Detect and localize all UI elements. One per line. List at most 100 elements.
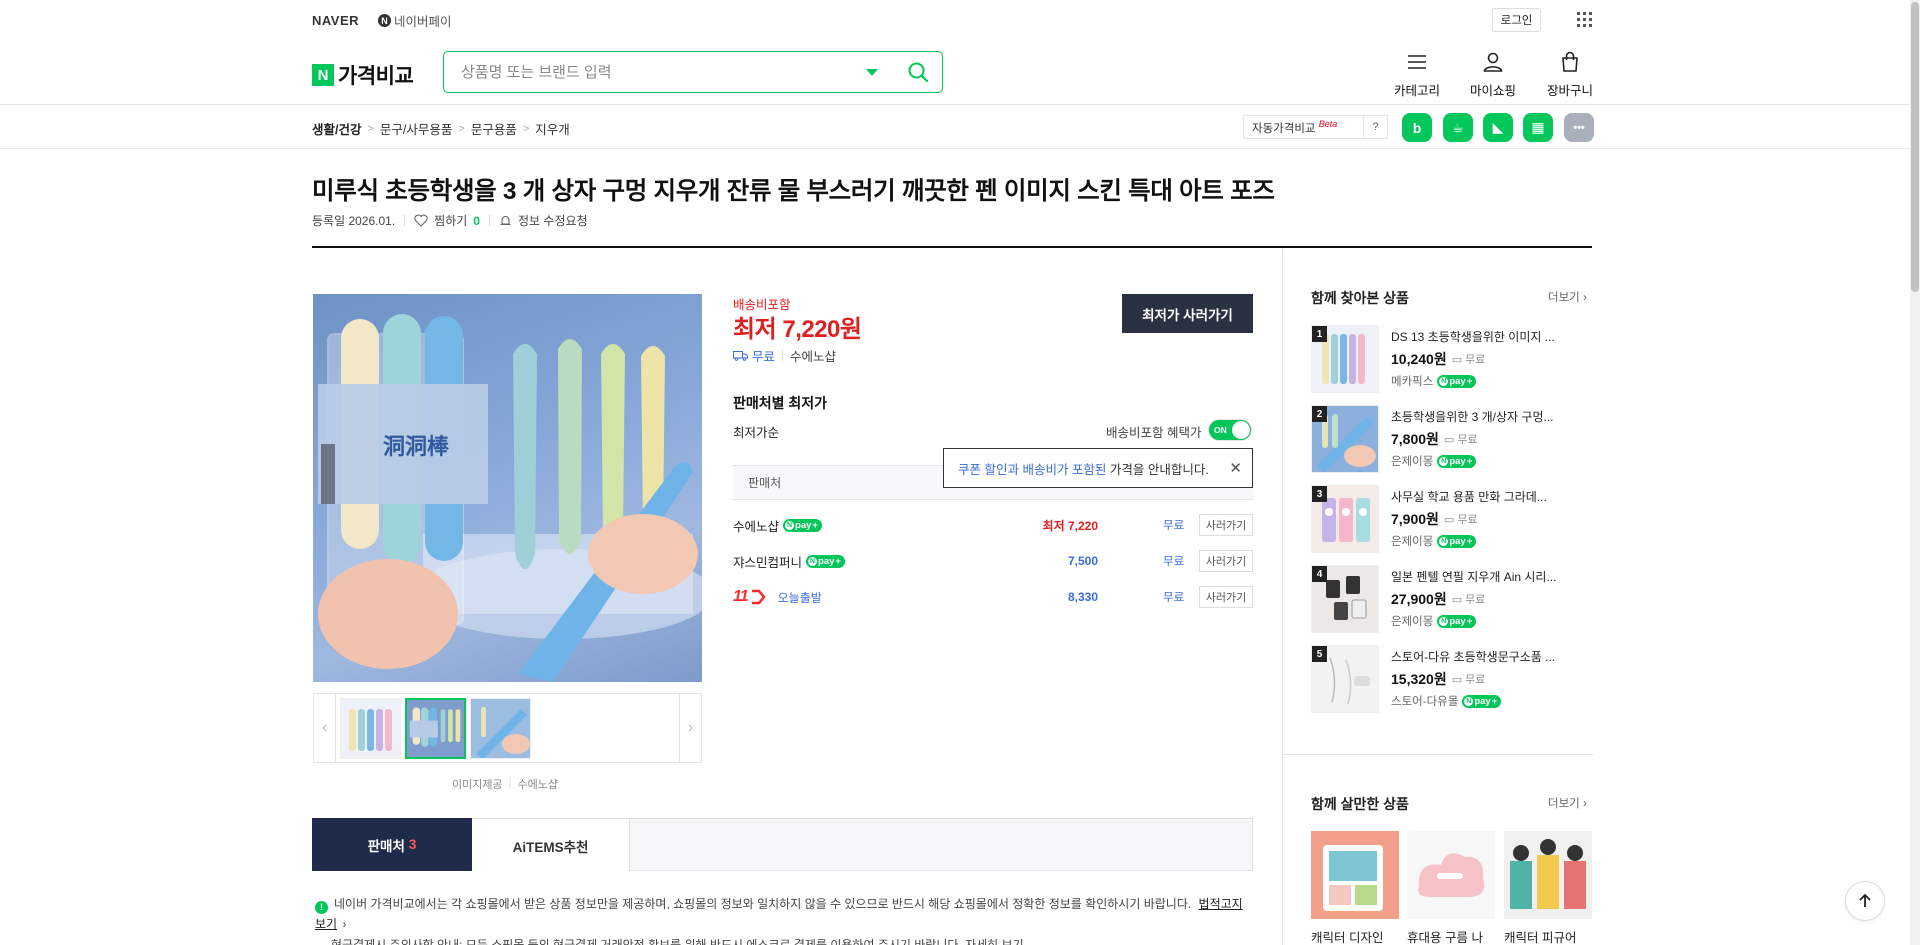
image-credit-seller[interactable]: 수에노샵: [517, 776, 557, 792]
viewed-product-name[interactable]: DS 13 초등학생을위한 이미지 ...: [1391, 328, 1571, 345]
buy-together-image[interactable]: [1311, 831, 1399, 919]
thumbnail-image-selected[interactable]: [405, 697, 466, 759]
offer-price[interactable]: 최저 7,220: [983, 517, 1098, 534]
search-input[interactable]: [461, 63, 866, 81]
viewed-product-item[interactable]: 3 사무실 학교 용품 만화 그라데... 7,900원 ▭ 무료 은제이몽 Npa…: [1311, 485, 1592, 555]
offer-buy-button[interactable]: 사러가기: [1199, 514, 1253, 536]
npay-plus-badge: Npay +: [1437, 374, 1477, 388]
buy-together-more[interactable]: 더보기 ›: [1548, 795, 1587, 811]
naver-logo[interactable]: NAVER: [312, 13, 359, 28]
breadcrumb-item[interactable]: 문구용품: [471, 119, 517, 138]
header-divider: [0, 104, 1910, 105]
offer-price[interactable]: 8,330: [983, 590, 1098, 604]
notice-text: 네이버 가격비교에서는 각 쇼핑몰에서 받은 상품 정보만을 제공하며, 쇼핑몰…: [334, 897, 1192, 911]
viewed-product-name[interactable]: 사무실 학교 용품 만화 그라데...: [1391, 488, 1571, 505]
breadcrumb-item[interactable]: 지우개: [535, 119, 570, 138]
buy-together-image[interactable]: [1504, 831, 1592, 919]
sidebar-divider: [1282, 249, 1283, 945]
chevron-left-icon[interactable]: ‹: [314, 694, 336, 762]
rank-badge: 4: [1312, 566, 1327, 582]
product-main-image[interactable]: 洞洞棒: [313, 294, 702, 682]
close-icon[interactable]: ✕: [1229, 459, 1242, 477]
wish-button[interactable]: 찜하기: [434, 212, 467, 229]
scroll-to-top-button[interactable]: [1845, 881, 1885, 921]
viewed-product-shipping: ▭ 무료: [1443, 514, 1478, 526]
npay-plus-badge: Npay +: [806, 554, 845, 568]
truck-icon: [733, 351, 748, 361]
cart-label: 장바구니: [1547, 84, 1594, 98]
auto-compare-label: 자동가격비교 Beta: [1252, 118, 1338, 135]
lowest-seller[interactable]: 수에노샵: [790, 346, 836, 365]
viewed-product-image[interactable]: 2: [1311, 405, 1379, 473]
help-button[interactable]: ?: [1363, 116, 1387, 138]
offer-price[interactable]: 7,500: [983, 554, 1098, 568]
offer-seller[interactable]: 수에노샵 Npay +: [733, 516, 822, 535]
scrollbar-thumb[interactable]: [1911, 2, 1919, 292]
blog-service-icon[interactable]: b: [1402, 113, 1432, 142]
auto-compare-box[interactable]: 자동가격비교 Beta ?: [1243, 115, 1388, 139]
viewed-product-mall: 은제이몽: [1391, 536, 1434, 548]
menu-icon: [1408, 55, 1426, 69]
viewed-together-more[interactable]: 더보기 ›: [1548, 289, 1587, 305]
viewed-product-item[interactable]: 5 스토어-다유 초등학생문구소품 ... 15,320원 ▭ 무료 스토어-다유…: [1311, 645, 1592, 715]
thumbnail-image[interactable]: [470, 697, 531, 759]
breadcrumb-item[interactable]: 생활/건강: [312, 119, 361, 138]
registered-date: 등록일 2026.01.: [312, 214, 396, 228]
calendar-service-icon[interactable]: ▦: [1523, 113, 1553, 142]
buy-together-image[interactable]: [1407, 831, 1495, 919]
cart-button[interactable]: 장바구니: [1547, 50, 1593, 99]
thumbnail-image[interactable]: [340, 697, 401, 759]
viewed-product-item[interactable]: 1 DS 13 초등학생을위한 이미지 ... 10,240원 ▭ 무료 메카픽스…: [1311, 325, 1592, 395]
wish-count: 0: [473, 213, 480, 228]
viewed-together-title: 함께 찾아본 상품: [1311, 290, 1409, 306]
edit-request-link[interactable]: 정보 수정요청: [518, 212, 588, 229]
viewed-product-image[interactable]: 3: [1311, 485, 1379, 553]
viewed-product-image[interactable]: 4: [1311, 565, 1379, 633]
tab-sellers[interactable]: 판매처 3: [312, 818, 472, 871]
buy-together-name[interactable]: 캐릭터 피규어: [1504, 927, 1592, 945]
search-button[interactable]: [900, 54, 936, 90]
sort-option[interactable]: 최저가순: [733, 422, 779, 441]
offer-buy-button[interactable]: 사러가기: [1199, 550, 1253, 572]
content-tabs: 판매처 3 AiTEMS추천: [312, 818, 1253, 872]
offer-seller[interactable]: 11 오늘출발: [733, 588, 822, 606]
chevron-right-icon[interactable]: ›: [679, 694, 701, 762]
buy-together-name[interactable]: 캐릭터 디자인: [1311, 927, 1399, 945]
viewed-product-name[interactable]: 초등학생을위한 3 개/상자 구멍...: [1391, 408, 1571, 425]
person-icon: [1483, 52, 1503, 72]
heart-icon[interactable]: [414, 214, 428, 227]
shipping-info: 무료 수에노샵: [733, 346, 836, 365]
category-button[interactable]: 카테고리: [1394, 50, 1440, 99]
offer-buy-button[interactable]: 사러가기: [1199, 586, 1253, 608]
price-compare-logo[interactable]: N 가격비교: [312, 60, 414, 90]
login-button[interactable]: 로그인: [1492, 8, 1541, 32]
sidebar-section-divider: [1283, 754, 1593, 755]
viewed-product-item[interactable]: 2 초등학생을위한 3 개/상자 구멍... 7,800원 ▭ 무료 은제이몽 Np…: [1311, 405, 1592, 475]
npay-plus-badge: Npay +: [783, 518, 822, 532]
myshopping-button[interactable]: 마이쇼핑: [1470, 50, 1516, 99]
viewed-product-image[interactable]: 5: [1311, 645, 1379, 713]
thumbnail-strip: ‹ ›: [313, 693, 702, 763]
naver-pay-link[interactable]: N 네이버페이: [378, 11, 452, 30]
more-services-icon[interactable]: •••: [1564, 113, 1594, 142]
naver-pay-icon: N: [378, 14, 391, 27]
bell-icon[interactable]: [499, 214, 512, 227]
chevron-right-icon: ›: [1582, 292, 1587, 304]
viewed-product-name[interactable]: 일본 펜텔 연필 지우개 Ain 시리...: [1391, 568, 1571, 585]
search-icon: [908, 62, 929, 83]
apps-grid-icon[interactable]: [1577, 12, 1592, 27]
buy-lowest-button[interactable]: 최저가 사러가기: [1122, 294, 1253, 333]
buy-together-name[interactable]: 휴대용 구름 나: [1407, 927, 1495, 945]
viewed-product-name[interactable]: 스토어-다유 초등학생문구소품 ...: [1391, 648, 1571, 665]
viewed-product-item[interactable]: 4 일본 펜텔 연필 지우개 Ain 시리... 27,900원 ▭ 무료 은제이…: [1311, 565, 1592, 635]
shipping-benefit-toggle[interactable]: ON: [1208, 419, 1252, 441]
breadcrumb-item[interactable]: 문구/사무용품: [380, 119, 452, 138]
bookmark-service-icon[interactable]: ◣: [1483, 113, 1513, 142]
image-credit: 이미지제공 | 수에노샵: [452, 776, 558, 792]
offer-seller[interactable]: 쟈스민컴퍼니 Npay +: [733, 552, 845, 571]
cafe-service-icon[interactable]: ☕: [1443, 113, 1473, 142]
viewed-product-image[interactable]: 1: [1311, 325, 1379, 393]
tab-aitems[interactable]: AiTEMS추천: [472, 819, 630, 872]
arrow-up-icon: [1859, 893, 1871, 907]
search-dropdown-icon[interactable]: [866, 68, 878, 76]
